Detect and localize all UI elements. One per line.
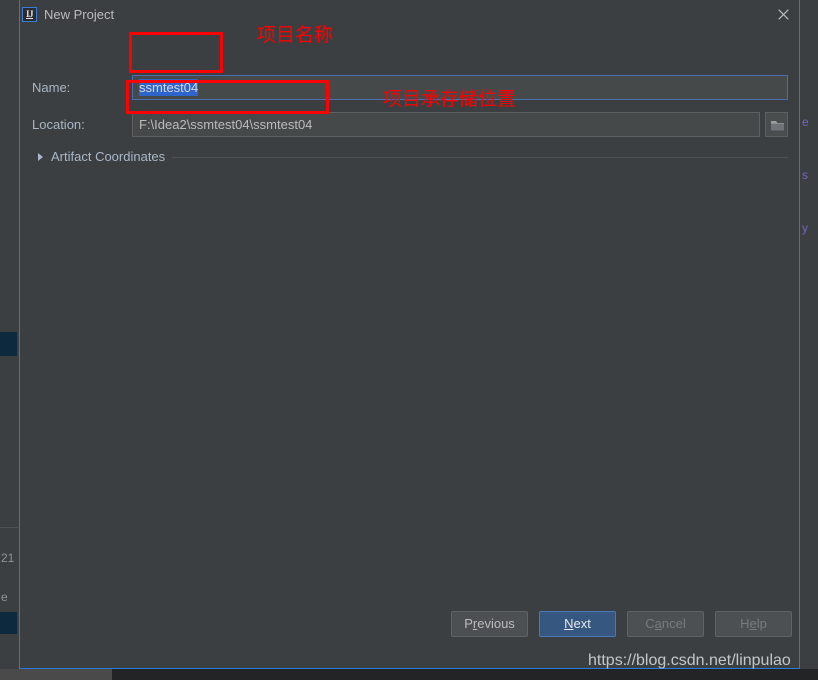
artifact-coordinates-label: Artifact Coordinates: [51, 149, 166, 164]
background-selected-row: [0, 332, 17, 356]
section-divider: [172, 157, 788, 158]
background-window-right-edge: e s y: [800, 0, 818, 669]
background-text-fragment: e: [1, 590, 8, 604]
dialog-title: New Project: [44, 7, 115, 22]
cancel-button[interactable]: Cancel: [627, 611, 704, 637]
background-text-fragment: y: [802, 221, 808, 235]
background-window-left-edge: 21 e: [0, 0, 19, 669]
name-label: Name:: [32, 80, 71, 95]
project-form: Name: ssmtest04 Location: F:\Idea2\ssmte…: [20, 29, 799, 629]
new-project-dialog: IJ New Project Name: ssmtest04 Location:…: [19, 0, 800, 669]
folder-icon[interactable]: [765, 112, 788, 137]
taskbar-segment: [112, 669, 818, 680]
dialog-titlebar: IJ New Project: [20, 0, 799, 29]
background-selected-row: [0, 612, 17, 634]
previous-button[interactable]: Previous: [451, 611, 528, 637]
intellij-idea-icon: IJ: [22, 7, 37, 22]
project-name-input[interactable]: ssmtest04: [132, 75, 788, 100]
background-text-fragment: e: [802, 115, 809, 129]
dialog-button-bar: Previous Next Cancel Help: [20, 602, 799, 668]
project-name-value: ssmtest04: [139, 79, 199, 96]
next-button[interactable]: Next: [539, 611, 616, 637]
artifact-coordinates-section[interactable]: Artifact Coordinates: [32, 149, 788, 165]
background-text-fragment: s: [802, 168, 808, 182]
chevron-right-icon: [38, 153, 43, 161]
location-label: Location:: [32, 117, 85, 132]
taskbar-left-segment: [0, 669, 112, 680]
help-button[interactable]: Help: [715, 611, 792, 637]
background-text-fragment: 21: [1, 551, 15, 565]
close-icon[interactable]: [768, 0, 799, 29]
background-divider: [0, 527, 18, 528]
project-location-input[interactable]: F:\Idea2\ssmtest04\ssmtest04: [132, 112, 760, 137]
